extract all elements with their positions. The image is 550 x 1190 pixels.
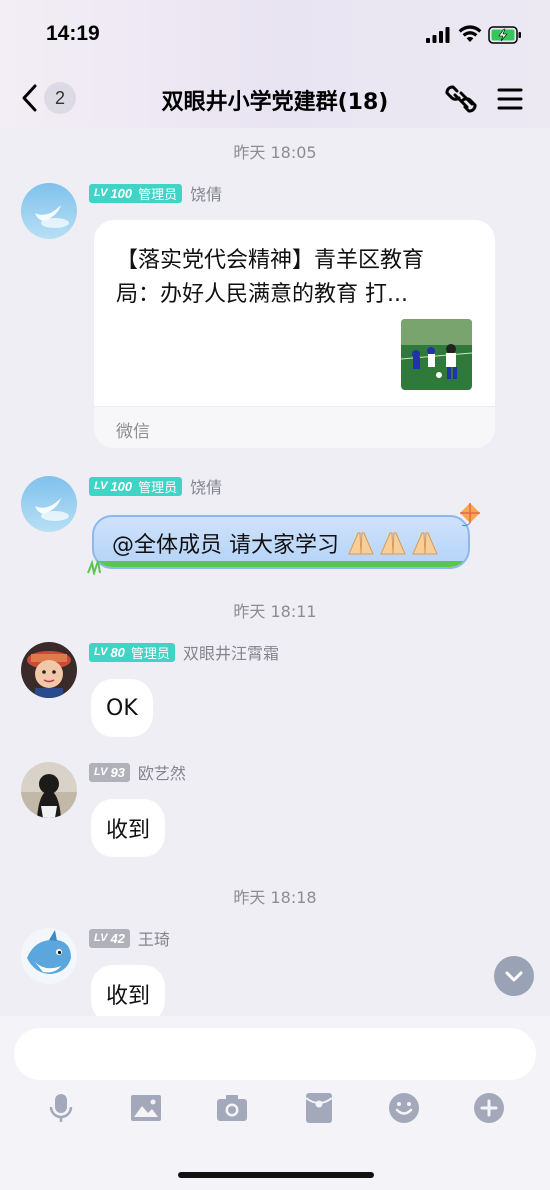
grass-sprig-icon bbox=[87, 559, 101, 575]
bubble-body: @全体成员 请大家学习 bbox=[92, 515, 470, 569]
avatar[interactable] bbox=[21, 476, 77, 532]
sky-avatar-image bbox=[21, 183, 77, 239]
emoji-icon[interactable] bbox=[388, 1092, 420, 1124]
shared-article-card[interactable]: 【落实党代会精神】青羊区教育局：办好人民满意的教育 打... 微信 bbox=[94, 220, 495, 448]
message-bubble[interactable]: @全体成员 请大家学习 bbox=[86, 503, 480, 575]
message-bubble[interactable]: OK bbox=[91, 679, 153, 737]
article-title: 【落实党代会精神】青羊区教育局：办好人民满意的教育 打... bbox=[116, 248, 425, 307]
status-bar: 14:19 bbox=[0, 0, 550, 70]
red-packet-icon[interactable] bbox=[303, 1092, 335, 1124]
wifi-icon bbox=[458, 25, 482, 42]
message-bubble[interactable]: 收到 bbox=[91, 799, 166, 857]
avatar[interactable] bbox=[21, 642, 77, 698]
praying-hands-icon bbox=[348, 532, 438, 555]
menu-icon[interactable] bbox=[497, 82, 523, 116]
girl-avatar-image bbox=[21, 762, 77, 818]
level-badge: LV 100 管理员 bbox=[89, 476, 183, 496]
kite-icon bbox=[460, 503, 480, 527]
camera-icon[interactable] bbox=[216, 1092, 248, 1124]
message-meta: LV 100 管理员 饶倩 bbox=[89, 475, 222, 497]
signal-icon bbox=[426, 27, 450, 43]
level-badge: LV 100 管理员 bbox=[89, 183, 183, 203]
message-text: OK bbox=[106, 695, 138, 721]
message-meta: LV 100 管理员 饶倩 bbox=[89, 182, 222, 204]
avatar[interactable] bbox=[21, 928, 77, 984]
nav-bar: 2 双眼井小学党建群(18) bbox=[0, 75, 550, 121]
sender-name[interactable]: 欧艺然 bbox=[138, 760, 186, 784]
child-avatar-image bbox=[21, 642, 77, 698]
level-badge: LV 42 bbox=[89, 928, 130, 948]
chevron-down-icon bbox=[505, 971, 523, 982]
sender-name[interactable]: 饶倩 bbox=[190, 474, 222, 498]
message-text: 收到 bbox=[106, 984, 151, 1009]
message-input[interactable] bbox=[14, 1028, 536, 1080]
card-footer: 微信 bbox=[94, 406, 495, 448]
timestamp: 昨天 18:18 bbox=[233, 888, 317, 907]
level-badge: LV 80 管理员 bbox=[89, 642, 175, 662]
avatar[interactable] bbox=[21, 183, 77, 239]
timestamp: 昨天 18:05 bbox=[233, 143, 317, 162]
sky-avatar-image bbox=[21, 476, 77, 532]
message-text: 收到 bbox=[106, 818, 151, 843]
sender-name[interactable]: 双眼井汪霄霜 bbox=[183, 640, 279, 664]
chat-area[interactable]: 昨天 18:05 LV 100 管理员 饶倩 【落实党代会精神】青羊区教育局：办… bbox=[0, 128, 550, 1016]
message-meta: LV 93 欧艺然 bbox=[89, 761, 186, 783]
plus-icon[interactable] bbox=[473, 1092, 505, 1124]
avatar[interactable] bbox=[21, 762, 77, 818]
message-bubble[interactable]: 收到 bbox=[91, 965, 166, 1016]
link-icon[interactable] bbox=[444, 82, 478, 116]
level-badge: LV 93 bbox=[89, 762, 130, 782]
image-icon[interactable] bbox=[130, 1092, 162, 1124]
microphone-icon[interactable] bbox=[45, 1092, 77, 1124]
article-source: 微信 bbox=[116, 422, 150, 442]
message-meta: LV 80 管理员 双眼井汪霄霜 bbox=[89, 641, 279, 663]
sender-name[interactable]: 饶倩 bbox=[190, 181, 222, 205]
message-meta: LV 42 王琦 bbox=[89, 927, 170, 949]
battery-icon bbox=[488, 26, 521, 44]
bubble-grass-decoration bbox=[94, 561, 468, 567]
sender-name[interactable]: 王琦 bbox=[138, 926, 170, 950]
article-thumbnail bbox=[401, 319, 472, 390]
dolphin-avatar-image bbox=[21, 928, 77, 984]
scroll-to-bottom-button[interactable] bbox=[494, 956, 534, 996]
input-bar bbox=[0, 1016, 550, 1190]
message-text: @全体成员 请大家学习 bbox=[112, 527, 442, 559]
home-indicator bbox=[178, 1172, 374, 1178]
status-time: 14:19 bbox=[46, 22, 100, 45]
timestamp: 昨天 18:11 bbox=[233, 602, 317, 621]
